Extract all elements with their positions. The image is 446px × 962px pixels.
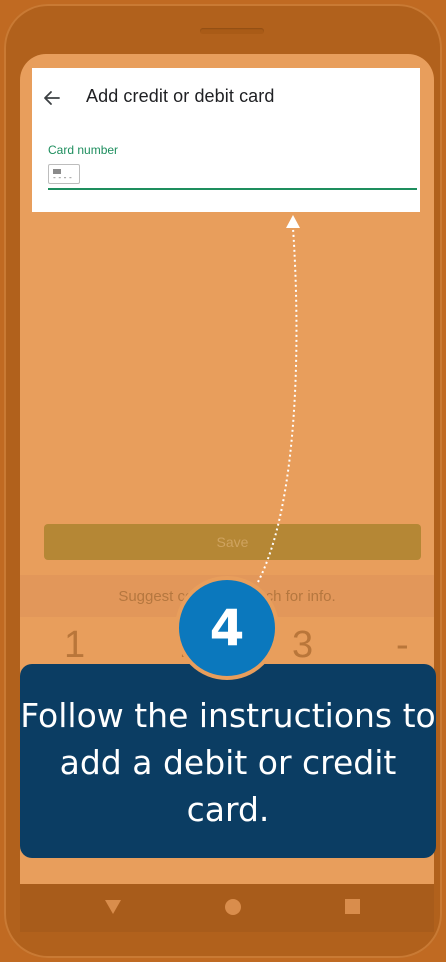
instruction-text: Follow the instructions to add a debit o… <box>20 696 436 829</box>
card-number-placeholder: ---- <box>52 173 74 182</box>
card-number-label: Card number <box>48 143 119 157</box>
recents-square-icon[interactable] <box>345 899 360 914</box>
key-dash[interactable]: - <box>396 624 409 667</box>
page-title: Add credit or debit card <box>86 86 275 106</box>
save-button[interactable]: Save <box>44 524 421 560</box>
step-number-badge: 4 <box>175 576 279 680</box>
key-3[interactable]: 3 <box>292 624 313 667</box>
add-card-sheet: Add credit or debit card Card number ---… <box>32 68 420 212</box>
navigation-bar <box>20 884 434 932</box>
home-circle-icon[interactable] <box>225 899 241 915</box>
key-1[interactable]: 1 <box>64 624 85 667</box>
speaker-grille <box>200 28 264 34</box>
card-number-input[interactable] <box>48 188 417 190</box>
back-arrow-icon[interactable] <box>42 88 62 108</box>
credit-card-icon: ---- <box>48 164 80 184</box>
back-triangle-icon[interactable] <box>105 900 121 914</box>
